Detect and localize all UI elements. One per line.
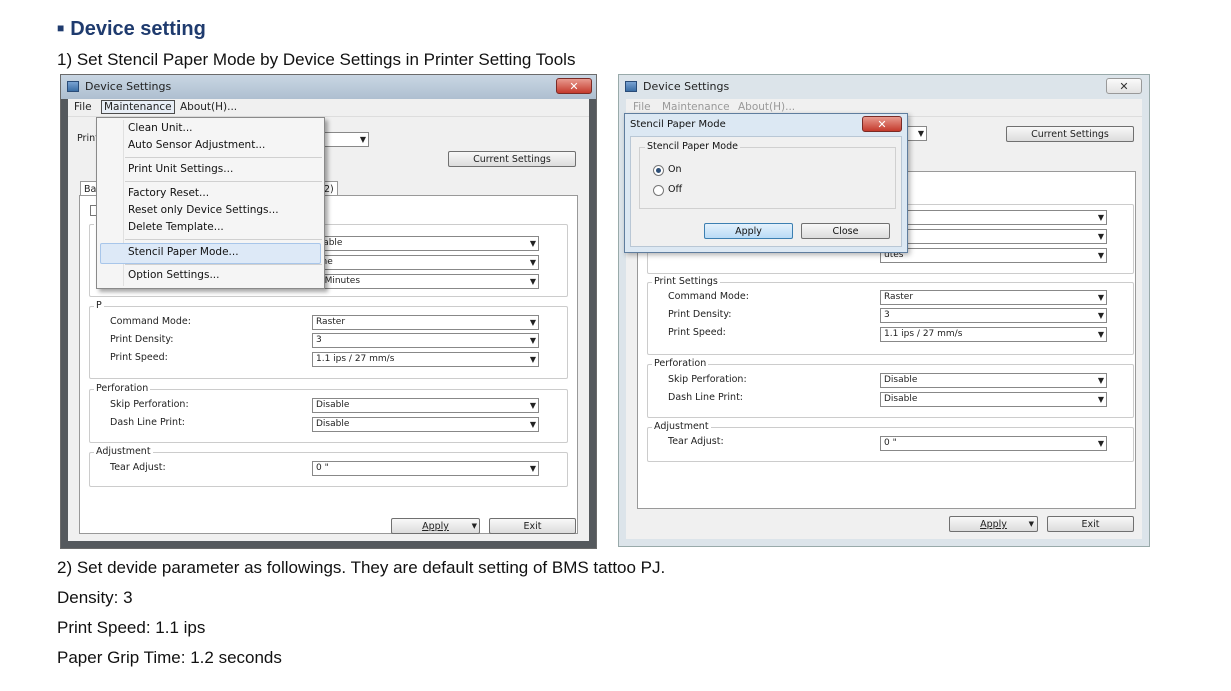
- menu-item-option-settings[interactable]: Option Settings...: [128, 269, 219, 281]
- left-apply-button[interactable]: Apply ▼: [391, 518, 480, 534]
- right-upper-select-3[interactable]: utes ▼: [880, 248, 1107, 263]
- right-tear-adjust-label: Tear Adjust:: [668, 436, 724, 447]
- radio-off[interactable]: [653, 185, 664, 196]
- stencil-mode-group-label: Stencil Paper Mode: [645, 141, 740, 152]
- left-print-settings-label: P: [94, 300, 104, 311]
- menu-item-delete-template[interactable]: Delete Template...: [128, 221, 224, 233]
- right-skip-perforation-label: Skip Perforation:: [668, 374, 747, 385]
- left-current-settings-button[interactable]: Current Settings: [448, 151, 576, 167]
- left-upper-select-2[interactable]: one▼: [312, 255, 539, 270]
- right-print-density-select[interactable]: 3 ▼: [880, 308, 1107, 323]
- right-current-settings-button[interactable]: Current Settings: [1006, 126, 1134, 142]
- right-printer-select[interactable]: ▼: [907, 126, 927, 141]
- menu-item-auto-sensor[interactable]: Auto Sensor Adjustment...: [128, 139, 265, 151]
- right-close-button[interactable]: ✕: [1106, 78, 1142, 94]
- right-adjustment-label: Adjustment: [652, 421, 711, 432]
- radio-on-label: On: [668, 164, 682, 175]
- left-upper-select-1[interactable]: isable ▼: [312, 236, 539, 251]
- left-print-speed-select[interactable]: 1.1 ips / 27 mm/s ▼: [312, 352, 539, 367]
- left-print-density-label: Print Density:: [110, 334, 174, 345]
- right-window-title: Device Settings: [643, 80, 730, 93]
- right-tear-adjust-select[interactable]: 0 " ▼: [880, 436, 1107, 451]
- right-print-settings-label: Print Settings: [652, 276, 720, 287]
- right-perforation-label: Perforation: [652, 358, 709, 369]
- stencil-mode-group: [639, 147, 896, 209]
- right-exit-button[interactable]: Exit: [1047, 516, 1134, 532]
- left-close-button[interactable]: ✕: [556, 78, 592, 94]
- heading-title: Device setting: [70, 18, 206, 40]
- left-tear-adjust-label: Tear Adjust:: [110, 462, 166, 473]
- menu-item-reset-device[interactable]: Reset only Device Settings...: [128, 204, 279, 216]
- right-menu-file[interactable]: File: [633, 101, 651, 113]
- right-print-speed-label: Print Speed:: [668, 327, 726, 338]
- radio-off-label: Off: [668, 184, 683, 195]
- step-2-text: 2) Set devide parameter as followings. T…: [57, 558, 666, 577]
- stencil-paper-mode-dialog: Stencil Paper Mode ✕ Stencil Paper Mode …: [624, 113, 908, 253]
- right-apply-button[interactable]: Apply ▼: [949, 516, 1038, 532]
- printer-app-icon: [625, 81, 637, 92]
- right-print-speed-select[interactable]: 1.1 ips / 27 mm/s ▼: [880, 327, 1107, 342]
- menu-item-clean-unit[interactable]: Clean Unit...: [128, 122, 193, 134]
- left-skip-perforation-select[interactable]: Disable ▼: [312, 398, 539, 413]
- menu-about[interactable]: About(H)...: [180, 101, 237, 113]
- menu-maintenance[interactable]: Maintenance: [101, 100, 175, 114]
- param-print-speed: Print Speed: 1.1 ips: [57, 618, 206, 637]
- param-paper-grip-time: Paper Grip Time: 1.2 seconds: [57, 648, 282, 667]
- left-print-density-select[interactable]: 3 ▼: [312, 333, 539, 348]
- menu-item-print-unit[interactable]: Print Unit Settings...: [128, 163, 233, 175]
- radio-on[interactable]: [653, 165, 664, 176]
- right-command-mode-select[interactable]: Raster ▼: [880, 290, 1107, 305]
- right-print-density-label: Print Density:: [668, 309, 732, 320]
- left-dash-line-label: Dash Line Print:: [110, 417, 185, 428]
- right-dash-line-select[interactable]: Disable ▼: [880, 392, 1107, 407]
- left-adjustment-label: Adjustment: [94, 446, 153, 457]
- maintenance-dropdown: Clean Unit... Auto Sensor Adjustment... …: [96, 117, 325, 289]
- printer-select[interactable]: ▼: [318, 132, 369, 147]
- menu-file[interactable]: File: [74, 101, 92, 113]
- stencil-close-button[interactable]: Close: [801, 223, 890, 239]
- left-exit-button[interactable]: Exit: [489, 518, 576, 534]
- right-menu-about[interactable]: About(H)...: [738, 101, 795, 113]
- left-window-title: Device Settings: [85, 80, 172, 93]
- stencil-apply-button[interactable]: Apply: [704, 223, 793, 239]
- menu-item-factory-reset[interactable]: Factory Reset...: [128, 187, 209, 199]
- section-heading: ■ Device setting: [57, 18, 206, 41]
- right-menu-maintenance[interactable]: Maintenance: [662, 101, 730, 113]
- right-dash-line-label: Dash Line Print:: [668, 392, 743, 403]
- right-skip-perforation-select[interactable]: Disable ▼: [880, 373, 1107, 388]
- right-command-mode-label: Command Mode:: [668, 291, 749, 302]
- left-perforation-label: Perforation: [94, 383, 151, 394]
- left-command-mode-label: Command Mode:: [110, 316, 191, 327]
- left-skip-perforation-label: Skip Perforation:: [110, 399, 189, 410]
- left-menubar: File Maintenance About(H)...: [68, 99, 589, 117]
- right-upper-select-1[interactable]: ▼: [880, 210, 1107, 225]
- menu-item-stencil-paper-mode[interactable]: Stencil Paper Mode...: [128, 246, 239, 258]
- printer-app-icon: [67, 81, 79, 92]
- stencil-dialog-title: Stencil Paper Mode: [630, 119, 726, 130]
- param-density: Density: 3: [57, 588, 133, 607]
- left-upper-select-3[interactable]: 5 Minutes ▼: [312, 274, 539, 289]
- left-titlebar: Device Settings ✕: [61, 75, 596, 99]
- heading-bullet: ■: [57, 21, 65, 35]
- step-1-text: 1) Set Stencil Paper Mode by Device Sett…: [57, 50, 576, 69]
- left-command-mode-select[interactable]: Raster ▼: [312, 315, 539, 330]
- left-dash-line-select[interactable]: Disable ▼: [312, 417, 539, 432]
- right-upper-select-2[interactable]: ▼: [880, 229, 1107, 244]
- left-tear-adjust-select[interactable]: 0 " ▼: [312, 461, 539, 476]
- right-titlebar: Device Settings ✕: [619, 75, 1149, 99]
- left-print-speed-label: Print Speed:: [110, 352, 168, 363]
- stencil-dialog-close-x[interactable]: ✕: [862, 116, 902, 132]
